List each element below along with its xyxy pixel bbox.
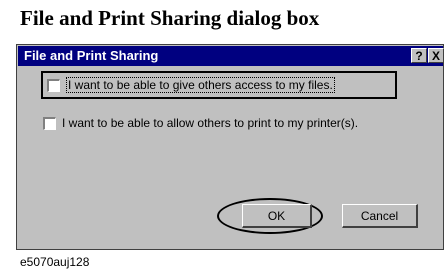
cancel-button[interactable]: Cancel xyxy=(342,204,418,228)
share-files-label[interactable]: I want to be able to give others access … xyxy=(66,77,335,93)
ok-button[interactable]: OK xyxy=(242,204,312,228)
share-printers-checkbox[interactable] xyxy=(43,116,56,130)
close-button[interactable]: X xyxy=(428,48,444,63)
dialog-titlebar[interactable]: File and Print Sharing ? X xyxy=(18,46,444,66)
dialog-title: File and Print Sharing xyxy=(24,48,159,63)
figure-heading: File and Print Sharing dialog box xyxy=(20,6,320,30)
share-printers-label[interactable]: I want to be able to allow others to pri… xyxy=(62,116,358,130)
share-files-checkbox[interactable] xyxy=(47,78,60,92)
share-files-option[interactable]: I want to be able to give others access … xyxy=(41,71,397,99)
share-printers-option[interactable]: I want to be able to allow others to pri… xyxy=(43,113,358,133)
figure-caption: e5070auj128 xyxy=(20,255,90,269)
file-print-sharing-dialog: File and Print Sharing ? X I want to be … xyxy=(16,44,444,250)
help-button[interactable]: ? xyxy=(411,48,427,63)
